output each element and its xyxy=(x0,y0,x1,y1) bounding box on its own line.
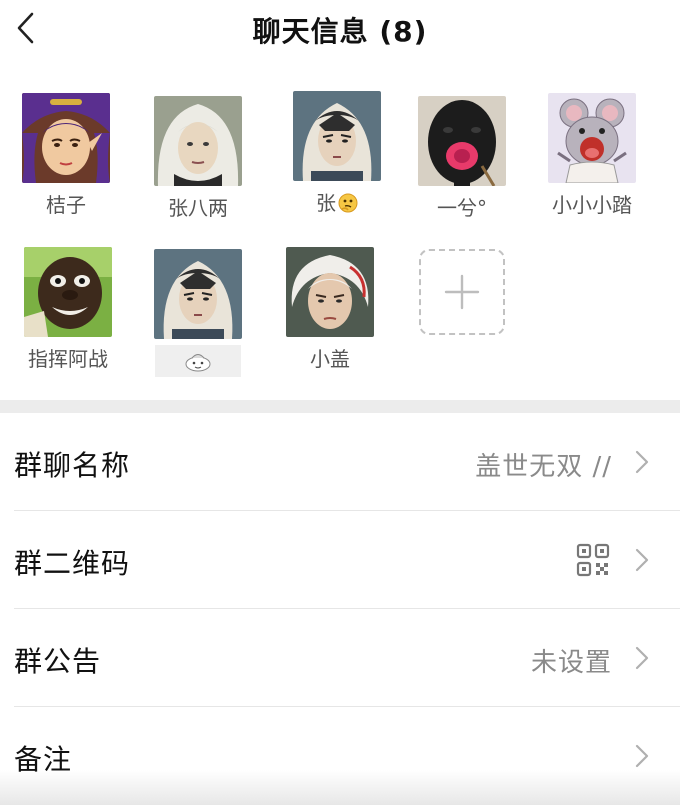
purple-haired-character-avatar xyxy=(22,93,110,183)
green-laughing-face-avatar xyxy=(24,247,112,337)
member-item[interactable] xyxy=(143,249,253,377)
member-avatar[interactable] xyxy=(154,249,242,339)
member-name-text: 张 xyxy=(316,191,336,215)
member-item[interactable]: 一兮° xyxy=(407,96,517,221)
section-separator xyxy=(0,400,680,413)
add-member-item[interactable] xyxy=(407,249,517,335)
member-grid: 桔子 张八两 张 一兮° 小小小踏 指挥阿战 小盖 xyxy=(0,0,680,400)
qr-code-icon xyxy=(576,543,610,577)
member-item[interactable]: 张 xyxy=(282,91,392,216)
member-name: 桔子 xyxy=(46,193,86,217)
announcement-label: 群公告 xyxy=(14,645,102,678)
member-item[interactable]: 桔子 xyxy=(11,93,121,218)
member-name: 指挥阿战 xyxy=(28,347,108,371)
member-name: 小盖 xyxy=(310,347,350,371)
member-avatar[interactable] xyxy=(286,247,374,337)
announcement-row[interactable]: 群公告 未设置 xyxy=(0,609,680,707)
chevron-right-icon xyxy=(635,646,649,670)
group-name-value: 盖世无双 // xyxy=(475,452,612,482)
member-avatar[interactable] xyxy=(154,96,242,186)
screaming-mouse-avatar xyxy=(548,93,636,183)
member-avatar[interactable] xyxy=(293,91,381,181)
swordsman-character-avatar xyxy=(293,91,381,181)
bottom-shadow xyxy=(0,770,680,805)
white-haired-character-avatar xyxy=(286,247,374,337)
swordsman-character-avatar xyxy=(154,249,242,339)
member-avatar[interactable] xyxy=(24,247,112,337)
member-name: 一兮° xyxy=(437,196,487,220)
member-name: 张 xyxy=(282,187,392,216)
member-name: 小小小踏 xyxy=(552,193,632,217)
white-hooded-character-avatar xyxy=(154,96,242,186)
dark-face-red-mouth-avatar xyxy=(418,96,506,186)
member-name-box xyxy=(155,345,241,377)
thinking-face-emoji-icon xyxy=(338,193,358,213)
group-qr-label: 群二维码 xyxy=(14,547,131,580)
member-avatar[interactable] xyxy=(418,96,506,186)
group-name-label: 群聊名称 xyxy=(14,449,131,482)
group-qr-row[interactable]: 群二维码 xyxy=(0,511,680,609)
member-item[interactable]: 小小小踏 xyxy=(537,93,647,218)
settings-list: 群聊名称 盖世无双 // 群二维码 群公告 未设置 备注 xyxy=(0,413,680,805)
group-name-row[interactable]: 群聊名称 盖世无双 // xyxy=(0,413,680,511)
member-avatar[interactable] xyxy=(548,93,636,183)
small-cartoon-icon xyxy=(185,354,211,372)
member-item[interactable]: 指挥阿战 xyxy=(13,247,123,372)
plus-icon xyxy=(444,274,480,310)
member-item[interactable]: 张八两 xyxy=(143,96,253,221)
announcement-value: 未设置 xyxy=(530,648,612,678)
member-avatar[interactable] xyxy=(22,93,110,183)
chevron-right-icon xyxy=(635,450,649,474)
chevron-right-icon xyxy=(635,548,649,572)
add-member-button[interactable] xyxy=(419,249,505,335)
member-item[interactable]: 小盖 xyxy=(275,247,385,372)
chevron-right-icon xyxy=(635,744,649,768)
member-name: 张八两 xyxy=(168,196,228,220)
